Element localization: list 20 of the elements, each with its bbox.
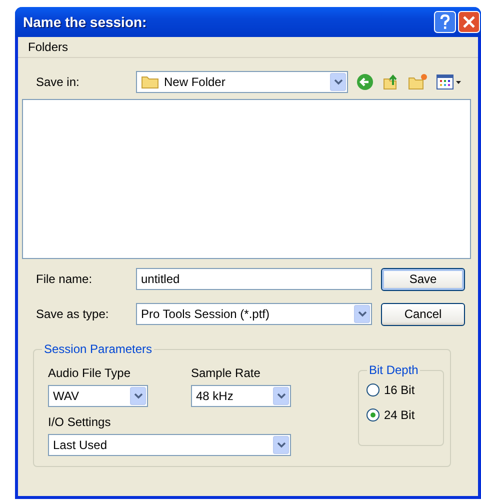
sample-rate-label: Sample Rate bbox=[191, 366, 262, 380]
sample-rate-dropdown[interactable]: 48 kHz bbox=[191, 385, 291, 407]
save-in-dropdown[interactable]: New Folder bbox=[136, 71, 348, 93]
file-name-field[interactable]: untitled bbox=[136, 268, 372, 290]
save-button[interactable]: Save bbox=[381, 268, 465, 290]
io-settings-label: I/O Settings bbox=[48, 415, 112, 429]
audio-file-type-dropdown[interactable]: WAV bbox=[48, 385, 148, 407]
save-as-type-label: Save as type: bbox=[36, 307, 110, 321]
file-type-dropdown[interactable]: Pro Tools Session (*.ptf) bbox=[136, 303, 372, 325]
audio-file-type-label: Audio File Type bbox=[48, 366, 132, 380]
menu-item[interactable]: Folders bbox=[26, 40, 70, 54]
window-title: Name the session: bbox=[23, 14, 147, 30]
io-settings-dropdown[interactable]: Last Used bbox=[48, 434, 291, 456]
file-name-label: File name: bbox=[36, 272, 94, 286]
radio-option[interactable]: 16 Bit bbox=[366, 383, 443, 397]
group-title: Bit Depth bbox=[367, 363, 420, 377]
group-title: Session Parameters bbox=[42, 342, 154, 356]
radio-option[interactable]: 24 Bit bbox=[366, 408, 443, 422]
save-in-label: Save in: bbox=[36, 75, 80, 89]
cancel-button[interactable]: Cancel bbox=[381, 302, 465, 326]
